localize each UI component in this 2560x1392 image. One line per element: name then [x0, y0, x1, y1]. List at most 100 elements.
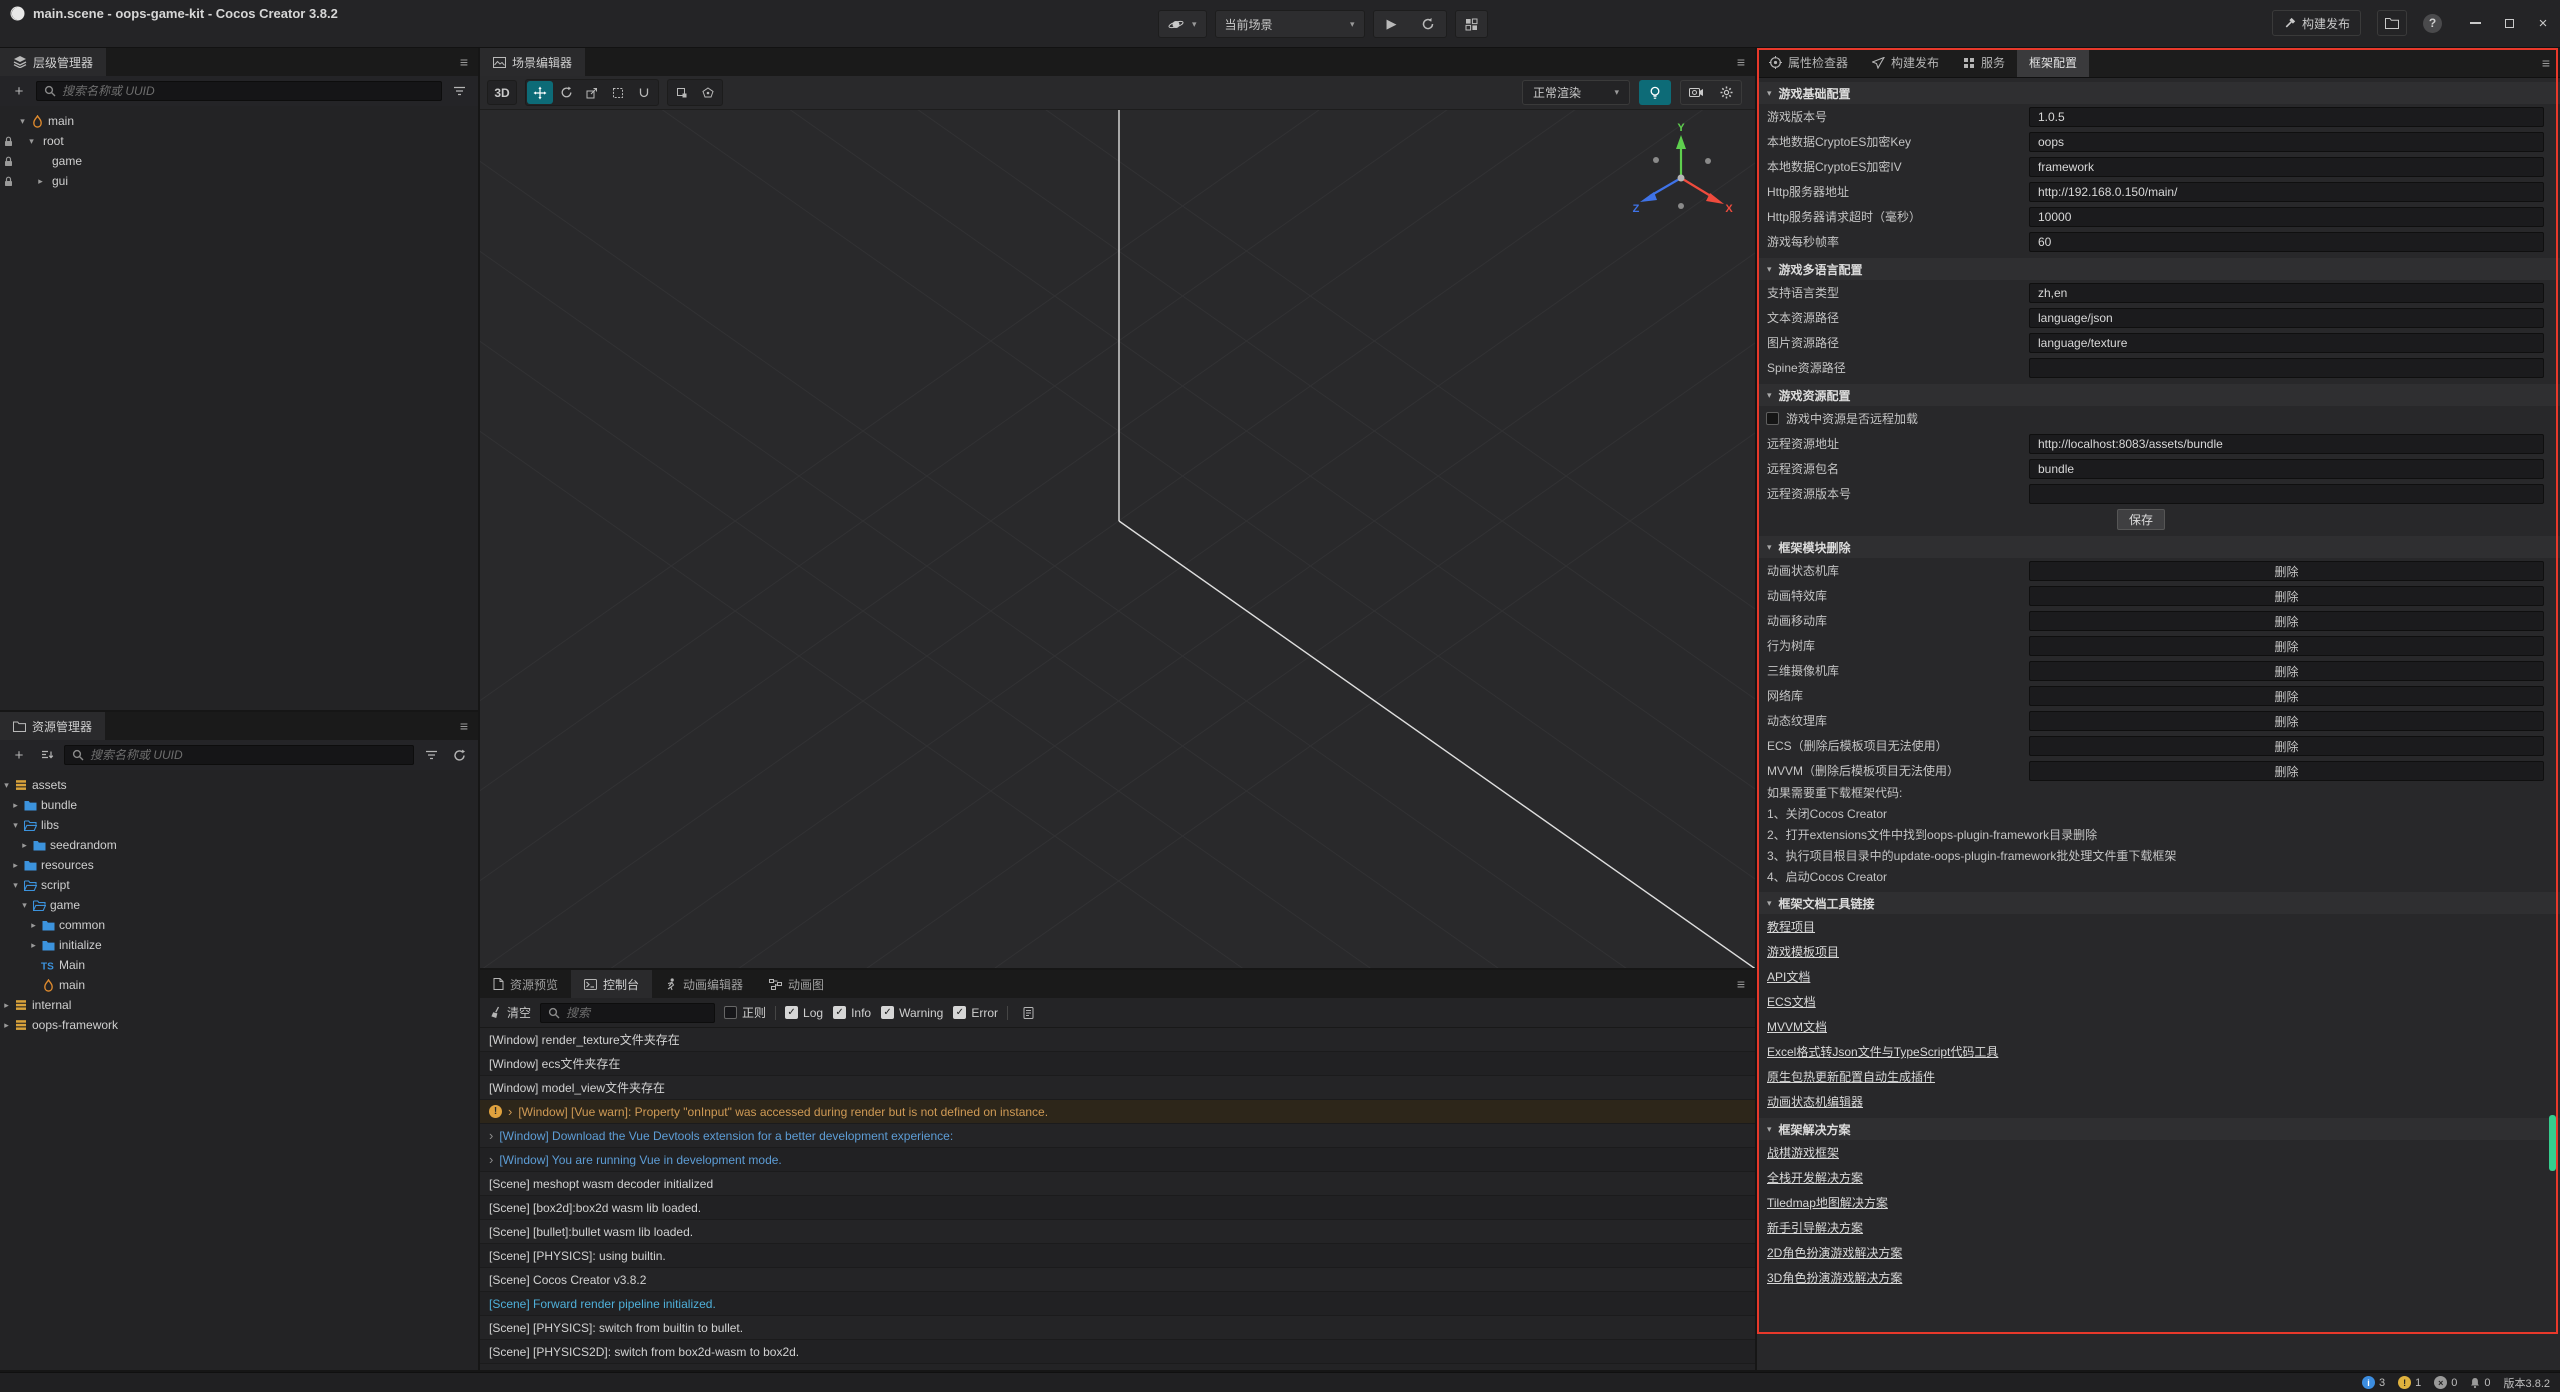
console-log-row[interactable]: [Window] render_texture文件夹存在 [480, 1028, 1755, 1052]
console-log-row[interactable]: [Window] ecs文件夹存在 [480, 1052, 1755, 1076]
add-node-button[interactable]: + [8, 81, 30, 101]
doc-link[interactable]: 新手引导解决方案 [1767, 1219, 1863, 1236]
doc-link[interactable]: 战棋游戏框架 [1767, 1144, 1839, 1161]
field-input[interactable] [2029, 132, 2544, 152]
doc-link[interactable]: Excel格式转Json文件与TypeScript代码工具 [1767, 1043, 1998, 1060]
maximize-button[interactable] [2502, 16, 2516, 30]
tree-row[interactable]: ▾ assets [0, 775, 478, 795]
field-input[interactable] [2029, 434, 2544, 454]
delete-button[interactable]: 删除 [2029, 636, 2544, 656]
field-input[interactable] [2029, 484, 2544, 504]
doc-link[interactable]: 3D角色扮演游戏解决方案 [1767, 1269, 1902, 1286]
tree-row[interactable]: ▾ game [0, 895, 478, 915]
section-header[interactable]: ▾ 游戏资源配置 [1757, 384, 2560, 406]
tree-row[interactable]: ▸ bundle [0, 795, 478, 815]
pivot-position-button[interactable] [669, 81, 695, 104]
console-tab[interactable]: 资源预览 [480, 970, 571, 998]
expander-icon[interactable]: ▸ [9, 800, 22, 811]
rect-tool-button[interactable] [605, 81, 631, 104]
log-filter-checkbox[interactable]: ✓ Error [953, 1006, 998, 1020]
doc-link[interactable]: ECS文档 [1767, 993, 1816, 1010]
doc-link[interactable]: API文档 [1767, 968, 1810, 985]
console-tab[interactable]: 动画图 [756, 970, 837, 998]
gizmo-x-label[interactable]: X [1725, 203, 1733, 215]
orientation-gizmo[interactable]: Y X Z [1626, 120, 1736, 230]
expander-icon[interactable]: ▸ [27, 920, 40, 931]
doc-link[interactable]: 全栈开发解决方案 [1767, 1169, 1863, 1186]
clear-console-button[interactable]: 清空 [490, 1004, 531, 1021]
field-input[interactable] [2029, 283, 2544, 303]
tree-row[interactable]: ▸ gui [0, 171, 478, 191]
console-log-row[interactable]: [Window] model_view文件夹存在 [480, 1076, 1755, 1100]
console-log-row[interactable]: [Scene] [bullet]:bullet wasm lib loaded. [480, 1220, 1755, 1244]
console-log-row[interactable]: [Scene] [PHYSICS2D]: switch from box2d-w… [480, 1340, 1755, 1364]
expander-icon[interactable]: ▾ [18, 900, 31, 911]
camera-icon[interactable] [1681, 81, 1711, 104]
expander-icon[interactable]: ▸ [27, 940, 40, 951]
field-input[interactable] [2029, 107, 2544, 127]
inspector-tab[interactable]: 框架配置 [2017, 48, 2089, 77]
checkbox-row[interactable]: 游戏中资源是否远程加载 [1757, 406, 2560, 431]
filter-icon[interactable] [420, 745, 442, 765]
section-header[interactable]: ▾ 游戏基础配置 [1757, 82, 2560, 104]
status-errors[interactable]: × 0 [2434, 1376, 2457, 1389]
section-header[interactable]: ▾ 游戏多语言配置 [1757, 258, 2560, 280]
console-log-row[interactable]: [Scene] [PHYSICS]: switch from builtin t… [480, 1316, 1755, 1340]
console-tab[interactable]: 动画编辑器 [652, 970, 756, 998]
log-filter-checkbox[interactable]: ✓ Log [785, 1006, 823, 1020]
build-publish-button[interactable]: 构建发布 [2272, 10, 2361, 36]
regex-checkbox[interactable]: 正则 [724, 1004, 766, 1021]
help-button[interactable]: ? [2423, 14, 2442, 33]
delete-button[interactable]: 删除 [2029, 761, 2544, 781]
field-input[interactable] [2029, 333, 2544, 353]
doc-link[interactable]: 动画状态机编辑器 [1767, 1093, 1863, 1110]
assets-search-input[interactable] [90, 748, 406, 762]
tree-row[interactable]: ▾ root [0, 131, 478, 151]
refresh-icon[interactable] [448, 745, 470, 765]
anchor-tool-button[interactable] [631, 81, 657, 104]
delete-button[interactable]: 删除 [2029, 736, 2544, 756]
gizmo-y-label[interactable]: Y [1677, 122, 1685, 134]
add-asset-button[interactable]: + [8, 745, 30, 765]
tree-row[interactable]: ▸ internal [0, 995, 478, 1015]
coordinate-space-button[interactable] [695, 81, 721, 104]
render-mode-select[interactable]: 正常渲染 ▾ [1522, 80, 1630, 105]
open-folder-button[interactable] [2377, 10, 2407, 36]
console-log-row[interactable]: [Scene] Cocos Creator v3.8.2 [480, 1268, 1755, 1292]
panel-menu-icon[interactable]: ≡ [450, 718, 478, 734]
close-button[interactable]: × [2536, 16, 2550, 30]
tree-row[interactable]: TS Main [0, 955, 478, 975]
tree-row[interactable]: main [0, 975, 478, 995]
expander-icon[interactable]: ▸ [34, 176, 47, 187]
inspector-tab[interactable]: 服务 [1951, 48, 2017, 77]
tree-row[interactable]: ▸ oops-framework [0, 1015, 478, 1035]
layout-grid-button[interactable] [1455, 10, 1488, 38]
panel-menu-icon[interactable]: ≡ [1727, 976, 1755, 992]
doc-link[interactable]: MVVM文档 [1767, 1018, 1827, 1035]
expander-icon[interactable]: ▸ [0, 1000, 13, 1011]
minimize-button[interactable] [2468, 16, 2482, 30]
expander-icon[interactable]: ▸ [9, 860, 22, 871]
expand-arrow-icon[interactable]: › [489, 1152, 493, 1167]
hierarchy-search-input[interactable] [62, 84, 434, 98]
log-filter-checkbox[interactable]: ✓ Info [833, 1006, 871, 1020]
doc-link[interactable]: 游戏模板项目 [1767, 943, 1839, 960]
expander-icon[interactable]: ▸ [18, 840, 31, 851]
tab-hierarchy[interactable]: 层级管理器 [0, 48, 106, 76]
tab-assets[interactable]: 资源管理器 [0, 712, 105, 740]
tree-row[interactable]: ▾ libs [0, 815, 478, 835]
inspector-scrollbar-thumb[interactable] [2549, 1115, 2556, 1171]
delete-button[interactable]: 删除 [2029, 686, 2544, 706]
inspector-tab[interactable]: 属性检查器 [1757, 48, 1860, 77]
doc-link[interactable]: Tiledmap地图解决方案 [1767, 1194, 1888, 1211]
gizmo-z-label[interactable]: Z [1633, 203, 1640, 215]
field-input[interactable] [2029, 232, 2544, 252]
expand-arrow-icon[interactable]: › [489, 1128, 493, 1143]
console-tab[interactable]: 控制台 [571, 970, 652, 998]
section-header[interactable]: ▾ 框架模块删除 [1757, 536, 2560, 558]
field-input[interactable] [2029, 207, 2544, 227]
gear-icon[interactable] [1711, 81, 1741, 104]
tree-row[interactable]: ▾ main [0, 111, 478, 131]
doc-link[interactable]: 2D角色扮演游戏解决方案 [1767, 1244, 1902, 1261]
section-header[interactable]: ▾ 框架文档工具链接 [1757, 892, 2560, 914]
